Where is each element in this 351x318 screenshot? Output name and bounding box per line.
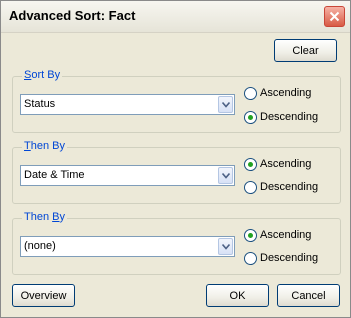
radio-selected-dot	[248, 233, 253, 238]
dropdown-button[interactable]	[218, 238, 233, 255]
sort-by-value: Status	[24, 98, 56, 110]
clear-button[interactable]: Clear	[274, 39, 337, 62]
radio-selected-dot	[248, 115, 253, 120]
radio-button[interactable]	[244, 229, 257, 242]
then-by-group-2: Then By (none) Ascending Descending	[12, 211, 341, 275]
radio-button[interactable]	[244, 181, 257, 194]
then-by-value-1: Date & Time	[24, 169, 85, 181]
descending-label: Descending	[260, 111, 319, 123]
close-button[interactable]	[324, 6, 345, 27]
dialog-window: Advanced Sort: Fact Clear Sort By Status…	[0, 0, 351, 318]
window-title: Advanced Sort: Fact	[9, 8, 136, 23]
radio-button[interactable]	[244, 87, 257, 100]
ok-button[interactable]: OK	[206, 284, 269, 307]
cancel-button[interactable]: Cancel	[277, 284, 340, 307]
ascending-label: Ascending	[260, 158, 312, 170]
ascending-label: Ascending	[260, 229, 312, 241]
then-by-label: Then By	[22, 140, 67, 152]
title-bar[interactable]: Advanced Sort: Fact	[1, 1, 350, 33]
then-by-label: Then By	[22, 211, 67, 223]
then-by-group-1: Then By Date & Time Ascending Descending	[12, 140, 341, 204]
ascending-label: Ascending	[260, 87, 312, 99]
overview-button[interactable]: Overview	[12, 284, 75, 307]
descending-label: Descending	[260, 181, 319, 193]
chevron-down-icon	[222, 244, 230, 250]
radio-button[interactable]	[244, 252, 257, 265]
chevron-down-icon	[222, 102, 230, 108]
sort-by-label: Sort By	[22, 69, 63, 81]
chevron-down-icon	[222, 173, 230, 179]
sort-by-dropdown[interactable]: Status	[20, 94, 235, 115]
dropdown-button[interactable]	[218, 96, 233, 113]
radio-selected-dot	[248, 162, 253, 167]
descending-label: Descending	[260, 252, 319, 264]
sort-by-group: Sort By Status Ascending Descending	[12, 69, 341, 133]
then-by-value-2: (none)	[24, 240, 56, 252]
radio-button[interactable]	[244, 111, 257, 124]
then-by-dropdown-1[interactable]: Date & Time	[20, 165, 235, 186]
radio-button[interactable]	[244, 158, 257, 171]
dropdown-button[interactable]	[218, 167, 233, 184]
then-by-dropdown-2[interactable]: (none)	[20, 236, 235, 257]
